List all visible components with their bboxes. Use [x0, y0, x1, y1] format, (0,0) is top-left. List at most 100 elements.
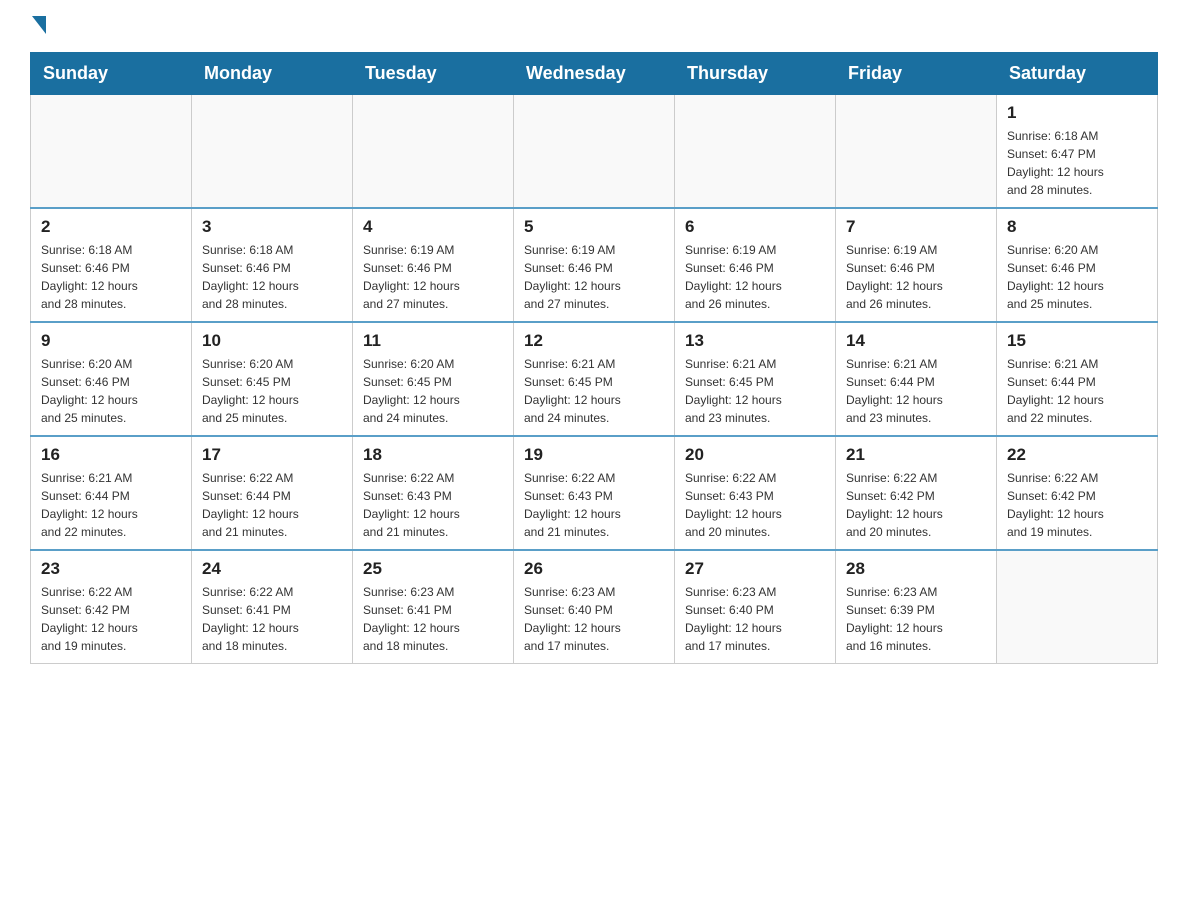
calendar-cell: [192, 95, 353, 209]
calendar-cell: 12 Sunrise: 6:21 AM Sunset: 6:45 PM Dayli…: [514, 322, 675, 436]
day-number: 1: [1007, 103, 1147, 123]
calendar-cell: 3Sunrise: 6:18 AM Sunset: 6:46 PM Daylig…: [192, 208, 353, 322]
day-number: 8: [1007, 217, 1147, 237]
calendar-cell: [514, 95, 675, 209]
calendar-cell: 7 Sunrise: 6:19 AM Sunset: 6:46 PM Daylig…: [836, 208, 997, 322]
calendar-cell: 24 Sunrise: 6:22 AM Sunset: 6:41 PM Dayli…: [192, 550, 353, 664]
calendar-cell: 8 Sunrise: 6:20 AM Sunset: 6:46 PM Daylig…: [997, 208, 1158, 322]
day-number: 28: [846, 559, 986, 579]
calendar-cell: [997, 550, 1158, 664]
day-info: Sunrise: 6:22 AM Sunset: 6:43 PM Dayligh…: [363, 469, 503, 541]
calendar-cell: 14 Sunrise: 6:21 AM Sunset: 6:44 PM Dayli…: [836, 322, 997, 436]
day-number: 10: [202, 331, 342, 351]
calendar-cell: 15 Sunrise: 6:21 AM Sunset: 6:44 PM Dayli…: [997, 322, 1158, 436]
calendar-week-row: 2Sunrise: 6:18 AM Sunset: 6:46 PM Daylig…: [31, 208, 1158, 322]
day-number: 15: [1007, 331, 1147, 351]
calendar-cell: 2Sunrise: 6:18 AM Sunset: 6:46 PM Daylig…: [31, 208, 192, 322]
day-number: 13: [685, 331, 825, 351]
day-number: 18: [363, 445, 503, 465]
day-number: 19: [524, 445, 664, 465]
weekday-header-sunday: Sunday: [31, 53, 192, 95]
calendar-cell: 5Sunrise: 6:19 AM Sunset: 6:46 PM Daylig…: [514, 208, 675, 322]
day-info: Sunrise: 6:21 AM Sunset: 6:45 PM Dayligh…: [685, 355, 825, 427]
calendar-cell: 4Sunrise: 6:19 AM Sunset: 6:46 PM Daylig…: [353, 208, 514, 322]
day-number: 24: [202, 559, 342, 579]
weekday-header-tuesday: Tuesday: [353, 53, 514, 95]
day-number: 23: [41, 559, 181, 579]
weekday-header-thursday: Thursday: [675, 53, 836, 95]
day-number: 14: [846, 331, 986, 351]
calendar-cell: 25 Sunrise: 6:23 AM Sunset: 6:41 PM Dayli…: [353, 550, 514, 664]
day-number: 26: [524, 559, 664, 579]
day-number: 3: [202, 217, 342, 237]
day-info: Sunrise: 6:22 AM Sunset: 6:42 PM Dayligh…: [846, 469, 986, 541]
day-info: Sunrise: 6:22 AM Sunset: 6:44 PM Dayligh…: [202, 469, 342, 541]
weekday-header-saturday: Saturday: [997, 53, 1158, 95]
day-number: 27: [685, 559, 825, 579]
day-info: Sunrise: 6:22 AM Sunset: 6:41 PM Dayligh…: [202, 583, 342, 655]
calendar-cell: 20Sunrise: 6:22 AM Sunset: 6:43 PM Dayli…: [675, 436, 836, 550]
day-number: 22: [1007, 445, 1147, 465]
day-info: Sunrise: 6:22 AM Sunset: 6:43 PM Dayligh…: [524, 469, 664, 541]
calendar-cell: 22Sunrise: 6:22 AM Sunset: 6:42 PM Dayli…: [997, 436, 1158, 550]
calendar-cell: 10 Sunrise: 6:20 AM Sunset: 6:45 PM Dayli…: [192, 322, 353, 436]
day-info: Sunrise: 6:21 AM Sunset: 6:44 PM Dayligh…: [846, 355, 986, 427]
calendar-body: 1 Sunrise: 6:18 AM Sunset: 6:47 PM Daylig…: [31, 95, 1158, 664]
weekday-header-row: SundayMondayTuesdayWednesdayThursdayFrid…: [31, 53, 1158, 95]
calendar-cell: 19 Sunrise: 6:22 AM Sunset: 6:43 PM Dayli…: [514, 436, 675, 550]
day-info: Sunrise: 6:22 AM Sunset: 6:42 PM Dayligh…: [41, 583, 181, 655]
day-info: Sunrise: 6:19 AM Sunset: 6:46 PM Dayligh…: [846, 241, 986, 313]
day-info: Sunrise: 6:22 AM Sunset: 6:43 PM Dayligh…: [685, 469, 825, 541]
day-info: Sunrise: 6:23 AM Sunset: 6:40 PM Dayligh…: [685, 583, 825, 655]
day-info: Sunrise: 6:18 AM Sunset: 6:46 PM Dayligh…: [41, 241, 181, 313]
day-info: Sunrise: 6:21 AM Sunset: 6:44 PM Dayligh…: [41, 469, 181, 541]
calendar-cell: 27 Sunrise: 6:23 AM Sunset: 6:40 PM Dayli…: [675, 550, 836, 664]
calendar-cell: 16 Sunrise: 6:21 AM Sunset: 6:44 PM Dayli…: [31, 436, 192, 550]
calendar-week-row: 9Sunrise: 6:20 AM Sunset: 6:46 PM Daylig…: [31, 322, 1158, 436]
calendar-cell: 28 Sunrise: 6:23 AM Sunset: 6:39 PM Dayli…: [836, 550, 997, 664]
day-number: 7: [846, 217, 986, 237]
calendar-cell: [836, 95, 997, 209]
calendar-week-row: 16 Sunrise: 6:21 AM Sunset: 6:44 PM Dayli…: [31, 436, 1158, 550]
calendar-cell: 23 Sunrise: 6:22 AM Sunset: 6:42 PM Dayli…: [31, 550, 192, 664]
day-info: Sunrise: 6:23 AM Sunset: 6:40 PM Dayligh…: [524, 583, 664, 655]
calendar-cell: 18 Sunrise: 6:22 AM Sunset: 6:43 PM Dayli…: [353, 436, 514, 550]
day-number: 17: [202, 445, 342, 465]
day-number: 25: [363, 559, 503, 579]
calendar-cell: 11 Sunrise: 6:20 AM Sunset: 6:45 PM Dayli…: [353, 322, 514, 436]
day-info: Sunrise: 6:18 AM Sunset: 6:47 PM Dayligh…: [1007, 127, 1147, 199]
day-info: Sunrise: 6:21 AM Sunset: 6:44 PM Dayligh…: [1007, 355, 1147, 427]
calendar-cell: 17 Sunrise: 6:22 AM Sunset: 6:44 PM Dayli…: [192, 436, 353, 550]
day-number: 9: [41, 331, 181, 351]
calendar-cell: 1 Sunrise: 6:18 AM Sunset: 6:47 PM Daylig…: [997, 95, 1158, 209]
day-number: 21: [846, 445, 986, 465]
day-info: Sunrise: 6:21 AM Sunset: 6:45 PM Dayligh…: [524, 355, 664, 427]
day-info: Sunrise: 6:19 AM Sunset: 6:46 PM Dayligh…: [685, 241, 825, 313]
day-number: 12: [524, 331, 664, 351]
logo-arrow-icon: [32, 16, 46, 34]
calendar-cell: 13 Sunrise: 6:21 AM Sunset: 6:45 PM Dayli…: [675, 322, 836, 436]
calendar-week-row: 23 Sunrise: 6:22 AM Sunset: 6:42 PM Dayli…: [31, 550, 1158, 664]
day-info: Sunrise: 6:20 AM Sunset: 6:45 PM Dayligh…: [363, 355, 503, 427]
day-info: Sunrise: 6:23 AM Sunset: 6:39 PM Dayligh…: [846, 583, 986, 655]
weekday-header-friday: Friday: [836, 53, 997, 95]
calendar-week-row: 1 Sunrise: 6:18 AM Sunset: 6:47 PM Daylig…: [31, 95, 1158, 209]
day-number: 5: [524, 217, 664, 237]
page-header: [30, 20, 1158, 32]
day-info: Sunrise: 6:19 AM Sunset: 6:46 PM Dayligh…: [363, 241, 503, 313]
calendar-header: SundayMondayTuesdayWednesdayThursdayFrid…: [31, 53, 1158, 95]
day-number: 6: [685, 217, 825, 237]
calendar-table: SundayMondayTuesdayWednesdayThursdayFrid…: [30, 52, 1158, 664]
calendar-cell: [353, 95, 514, 209]
day-number: 11: [363, 331, 503, 351]
day-info: Sunrise: 6:20 AM Sunset: 6:45 PM Dayligh…: [202, 355, 342, 427]
calendar-cell: [31, 95, 192, 209]
day-info: Sunrise: 6:23 AM Sunset: 6:41 PM Dayligh…: [363, 583, 503, 655]
weekday-header-wednesday: Wednesday: [514, 53, 675, 95]
day-info: Sunrise: 6:20 AM Sunset: 6:46 PM Dayligh…: [1007, 241, 1147, 313]
logo: [30, 20, 46, 32]
calendar-cell: 21 Sunrise: 6:22 AM Sunset: 6:42 PM Dayli…: [836, 436, 997, 550]
calendar-cell: 6 Sunrise: 6:19 AM Sunset: 6:46 PM Daylig…: [675, 208, 836, 322]
calendar-cell: [675, 95, 836, 209]
day-number: 16: [41, 445, 181, 465]
